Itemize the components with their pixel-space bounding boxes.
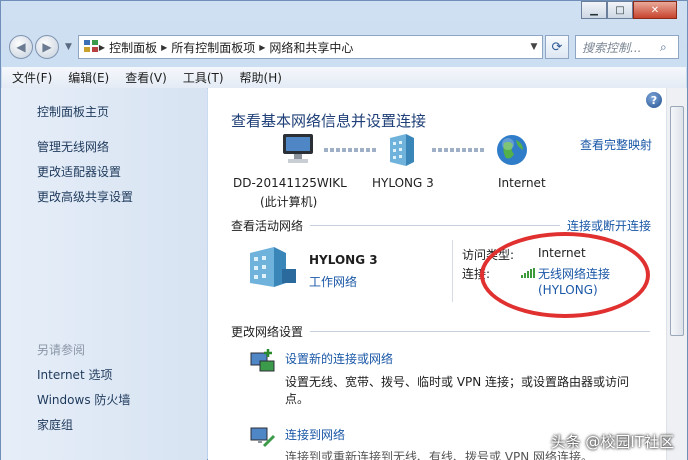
internet-label: Internet: [498, 176, 546, 190]
computer-icon: [280, 132, 316, 169]
watermark: 头条 @校园IT社区: [550, 433, 674, 451]
menu-tools[interactable]: 工具(T): [183, 69, 224, 86]
connection-line: [432, 148, 484, 152]
sidebar-link-manage-wireless[interactable]: 管理无线网络: [37, 138, 109, 155]
network-name: HYLONG 3: [372, 176, 434, 190]
navigation-bar: ◀ ▶ ▼ ▶ 控制面板 ▶ 所有控制面板项 ▶ 网络和共享中心 ▼ ⟳ 搜索控…: [9, 33, 679, 61]
menu-bar: 文件(F) 编辑(E) 查看(V) 工具(T) 帮助(H): [2, 67, 686, 89]
refresh-icon: ⟳: [551, 39, 563, 55]
change-settings-header: 更改网络设置: [231, 325, 304, 339]
new-connection-description: 设置无线、宽带、拨号、临时或 VPN 连接；或设置路由器或访问: [285, 375, 630, 389]
breadcrumb-all-items[interactable]: 所有控制面板项: [167, 39, 259, 56]
page-title: 查看基本网络信息并设置连接: [231, 112, 427, 130]
sidebar-link-advanced-sharing[interactable]: 更改高级共享设置: [37, 188, 133, 205]
see-also-header: 另请参阅: [37, 343, 86, 357]
arrow-left-icon: ◀: [16, 40, 26, 54]
network-folder-icon: [83, 38, 99, 57]
new-connection-link[interactable]: 设置新的连接或网络: [285, 350, 393, 367]
sidebar-link-firewall[interactable]: Windows 防火墙: [37, 391, 130, 408]
search-placeholder: 搜索控制...: [582, 40, 642, 55]
arrow-right-icon: ▶: [42, 40, 52, 54]
sidebar: 控制面板主页 管理无线网络 更改适配器设置 更改高级共享设置 另请参阅 Inte…: [1, 88, 207, 460]
connect-network-link[interactable]: 连接到网络: [285, 426, 345, 443]
connect-network-icon: [250, 424, 276, 453]
active-networks-header: 查看活动网络: [231, 219, 304, 233]
section-divider: [310, 225, 560, 226]
breadcrumb-control-panel[interactable]: 控制面板: [105, 39, 161, 56]
sidebar-link-internet-options[interactable]: Internet 选项: [37, 366, 112, 383]
sidebar-link-homegroup[interactable]: 家庭组: [37, 416, 73, 433]
minimize-button[interactable]: ▁: [581, 1, 607, 19]
sidebar-link-adapter-settings[interactable]: 更改适配器设置: [37, 163, 121, 180]
vertical-divider: [452, 240, 453, 302]
computer-subtitle: (此计算机): [260, 195, 318, 209]
address-dropdown-icon[interactable]: ▼: [526, 42, 542, 52]
active-network-name: HYLONG 3: [309, 253, 378, 267]
menu-view[interactable]: 查看(V): [125, 69, 167, 86]
caption-buttons: ▁ □ ✕: [581, 1, 677, 19]
sidebar-link-home[interactable]: 控制面板主页: [37, 103, 109, 120]
forward-button[interactable]: ▶: [35, 35, 59, 59]
work-network-icon: [248, 245, 298, 292]
internet-globe-icon: [496, 134, 528, 169]
menu-help[interactable]: 帮助(H): [240, 69, 282, 86]
network-building-icon: [386, 132, 418, 171]
back-button[interactable]: ◀: [9, 35, 33, 59]
search-icon[interactable]: ⌕: [660, 40, 678, 55]
scrollbar-thumb[interactable]: [670, 106, 684, 336]
breadcrumb-network-center[interactable]: 网络和共享中心: [265, 39, 357, 56]
search-input[interactable]: 搜索控制... ⌕: [575, 35, 679, 59]
recent-pages-dropdown[interactable]: ▼: [65, 42, 72, 52]
computer-name: DD-20141125WIKL: [233, 176, 347, 190]
section-divider: [310, 331, 650, 332]
address-bar[interactable]: ▶ 控制面板 ▶ 所有控制面板项 ▶ 网络和共享中心 ▼: [77, 35, 543, 59]
vertical-scrollbar[interactable]: [666, 88, 687, 460]
close-button[interactable]: ✕: [633, 1, 677, 19]
connection-line: [324, 148, 376, 152]
maximize-button[interactable]: □: [607, 1, 633, 19]
menu-file[interactable]: 文件(F): [12, 69, 52, 86]
new-connection-icon: [250, 347, 276, 376]
refresh-button[interactable]: ⟳: [545, 35, 569, 59]
new-connection-description-2: 点。: [285, 392, 310, 406]
help-icon[interactable]: ?: [646, 92, 662, 108]
network-type-link[interactable]: 工作网络: [309, 273, 357, 290]
connect-disconnect-link[interactable]: 连接或断开连接: [567, 217, 651, 234]
connect-network-description: 连接到或重新连接到无线、有线、拨号或 VPN 网络连接。: [285, 450, 594, 460]
full-map-link[interactable]: 查看完整映射: [580, 136, 652, 153]
menu-edit[interactable]: 编辑(E): [68, 69, 109, 86]
highlight-circle: [480, 232, 650, 318]
